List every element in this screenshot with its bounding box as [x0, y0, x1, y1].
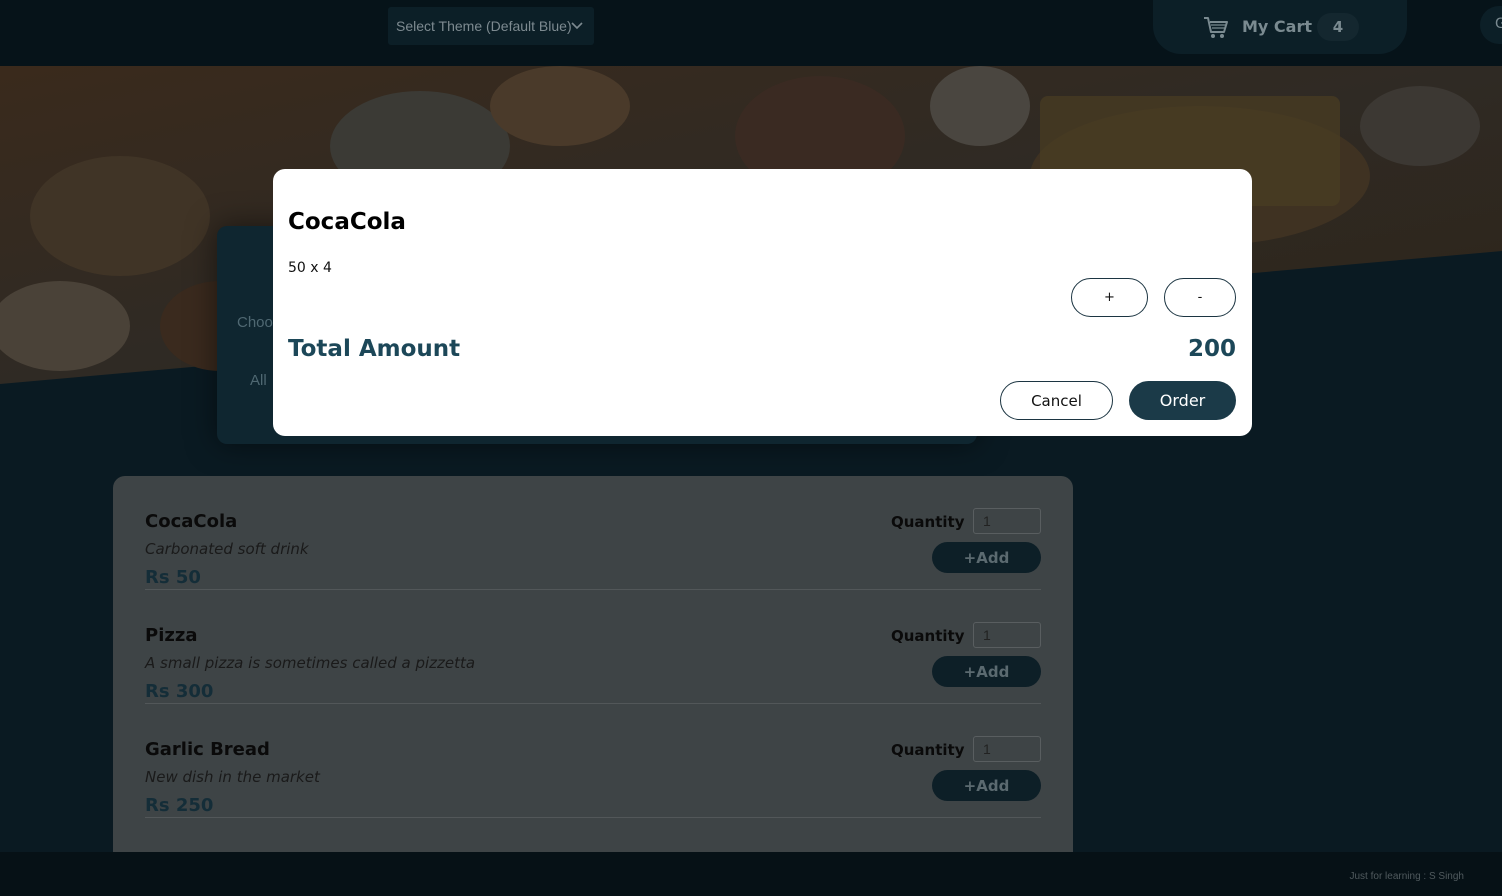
- modal-line-item: 50 x 4: [288, 260, 332, 276]
- chevron-down-icon: [571, 22, 583, 30]
- add-button[interactable]: +Add: [932, 656, 1041, 687]
- list-item: CocaCola Carbonated soft drink Rs 50 Qua…: [145, 476, 1041, 590]
- modal-title: CocaCola: [288, 209, 406, 235]
- quantity-input[interactable]: [973, 736, 1041, 762]
- total-amount-label: Total Amount: [288, 336, 461, 362]
- cart-count-badge: 4: [1317, 13, 1359, 41]
- theme-select-label: Select Theme (Default Blue): [396, 18, 572, 34]
- footer-credit: Just for learning : S Singh: [1349, 871, 1464, 882]
- filter-title: Choo: [237, 314, 273, 331]
- cancel-button[interactable]: Cancel: [1000, 381, 1113, 420]
- item-price: Rs 250: [145, 795, 214, 816]
- order-button[interactable]: Order: [1129, 381, 1236, 420]
- item-name: Garlic Bread: [145, 739, 270, 760]
- item-price: Rs 300: [145, 681, 214, 702]
- quantity-label: Quantity: [891, 741, 965, 759]
- quantity-input[interactable]: [973, 622, 1041, 648]
- top-header: Select Theme (Default Blue) My Cart 4 G: [0, 0, 1502, 66]
- item-price: Rs 50: [145, 567, 201, 588]
- order-modal: CocaCola 50 x 4 + - Total Amount 200 Can…: [273, 169, 1252, 436]
- add-button[interactable]: +Add: [932, 542, 1041, 573]
- list-item: Garlic Bread New dish in the market Rs 2…: [145, 704, 1041, 818]
- total-amount-value: 200: [1187, 336, 1236, 362]
- item-name: CocaCola: [145, 511, 238, 532]
- item-name: Pizza: [145, 625, 198, 646]
- quantity-label: Quantity: [891, 513, 965, 531]
- item-description: A small pizza is sometimes called a pizz…: [145, 654, 476, 672]
- quantity-label: Quantity: [891, 627, 965, 645]
- my-cart-button[interactable]: My Cart 4: [1153, 0, 1407, 54]
- list-item: Pizza A small pizza is sometimes called …: [145, 590, 1041, 704]
- quantity-input[interactable]: [973, 508, 1041, 534]
- item-description: New dish in the market: [145, 768, 320, 786]
- footer: Just for learning : S Singh: [0, 852, 1502, 896]
- login-button[interactable]: G: [1480, 6, 1502, 44]
- menu-list: CocaCola Carbonated soft drink Rs 50 Qua…: [113, 476, 1073, 896]
- increase-button[interactable]: +: [1071, 278, 1148, 317]
- add-button[interactable]: +Add: [932, 770, 1041, 801]
- decrease-button[interactable]: -: [1164, 278, 1236, 317]
- filter-chip-all[interactable]: All: [250, 372, 267, 389]
- shopping-cart-icon: [1204, 17, 1228, 38]
- cart-label: My Cart: [1242, 17, 1312, 36]
- theme-select[interactable]: Select Theme (Default Blue): [388, 7, 594, 45]
- item-description: Carbonated soft drink: [145, 540, 309, 558]
